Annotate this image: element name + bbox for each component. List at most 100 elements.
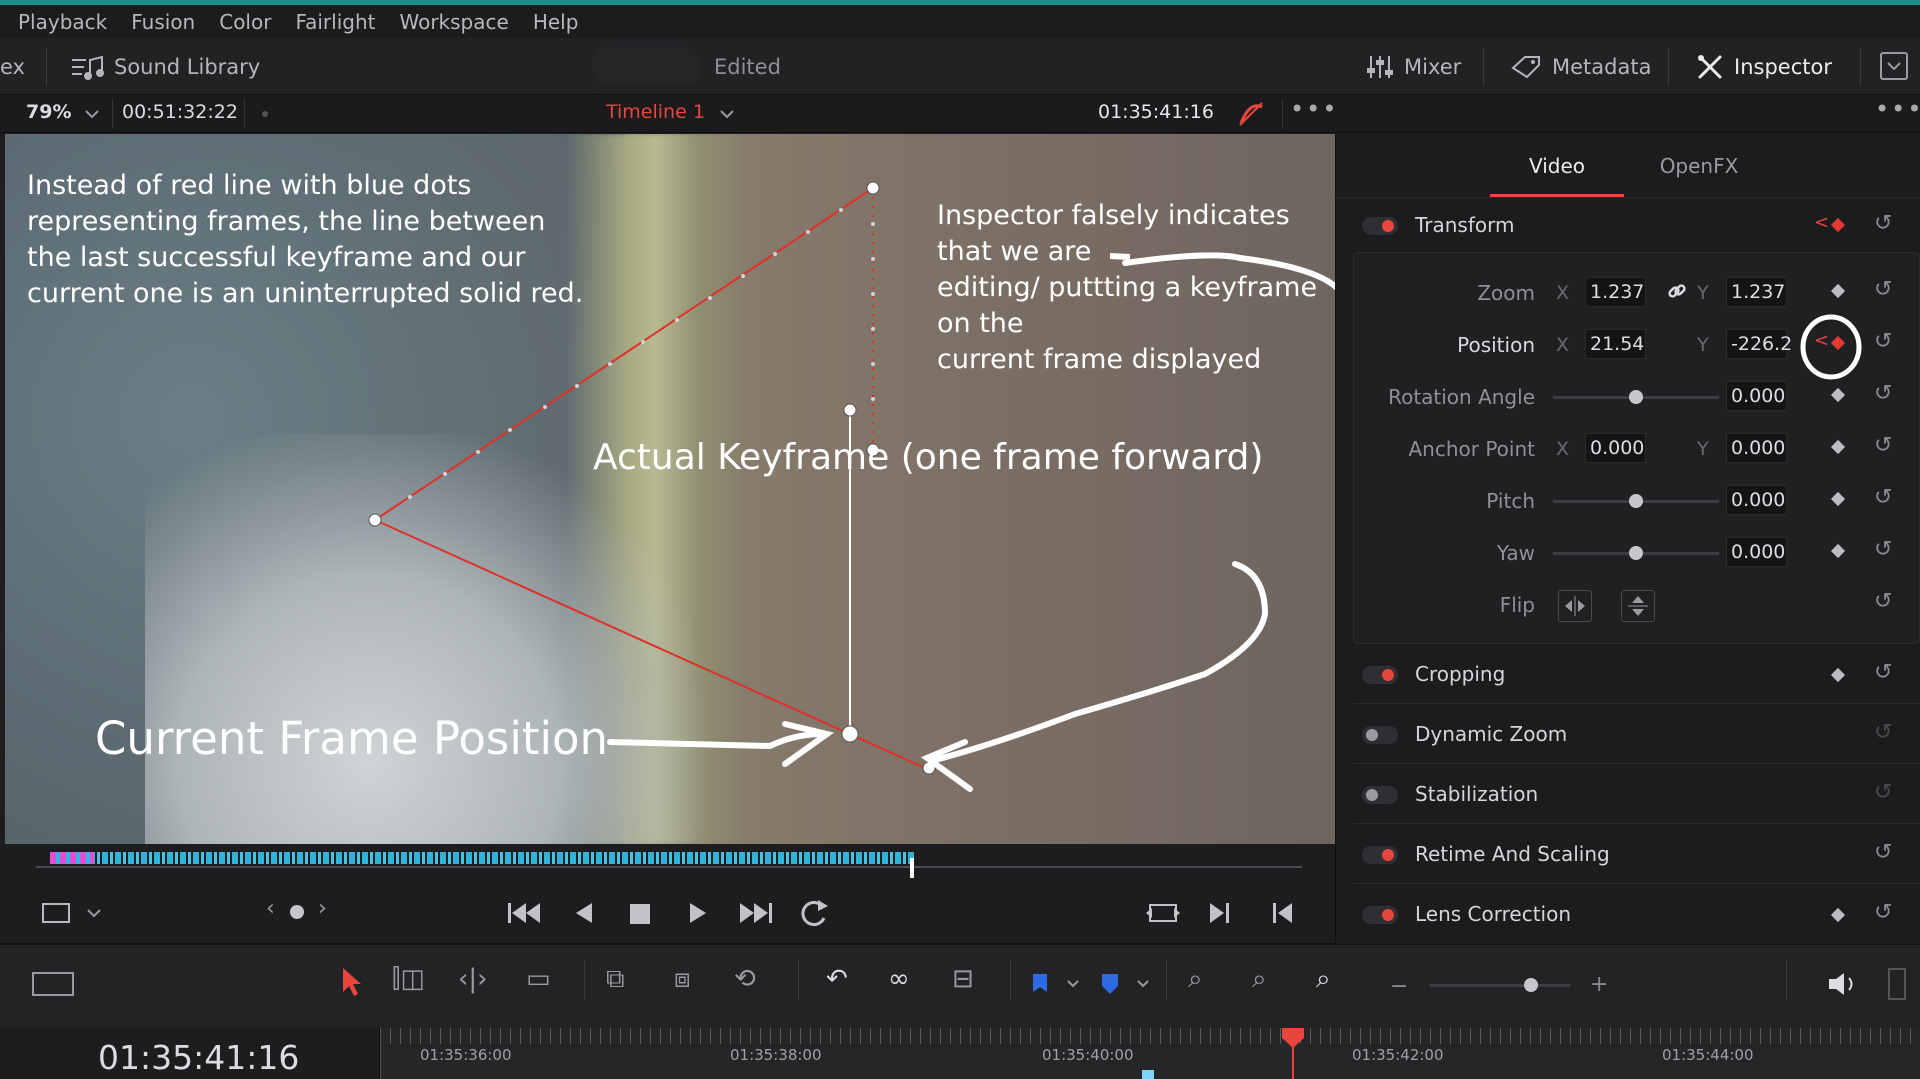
viewer-mode-icon[interactable] [42, 903, 70, 923]
next-edit-icon[interactable] [1208, 900, 1232, 926]
metadata-button[interactable]: Metadata [1510, 38, 1651, 95]
menu-playback[interactable]: Playback [18, 10, 107, 34]
timeline-view-options-icon[interactable] [32, 972, 74, 996]
reset-icon[interactable]: ↺ [1874, 900, 1892, 925]
video-viewer[interactable]: Instead of red line with blue dots repre… [5, 134, 1335, 844]
zoom-out-icon[interactable]: − [1390, 974, 1408, 999]
timeline-zoom-slider[interactable] [1430, 984, 1570, 987]
section-toggle[interactable] [1362, 726, 1398, 744]
zoom-level[interactable]: 79% [26, 101, 71, 123]
bypass-icon[interactable] [1236, 99, 1266, 129]
insert-clip-icon[interactable]: ⧉ [606, 964, 625, 995]
reset-icon[interactable]: ↺ [1874, 537, 1892, 562]
selection-tool-icon[interactable] [340, 966, 364, 998]
slider-knob[interactable] [1629, 494, 1643, 508]
keyframe-point[interactable] [866, 181, 880, 195]
menu-color[interactable]: Color [219, 10, 271, 34]
blade-tool-icon[interactable]: ▭ [526, 964, 551, 994]
match-frame-icon[interactable] [1146, 900, 1180, 926]
prev-edit-icon[interactable] [1270, 900, 1294, 926]
position-lock-icon[interactable]: ⊟ [952, 964, 974, 994]
linked-selection-icon[interactable]: ∞ [888, 964, 910, 994]
zoom-x-field[interactable]: 1.237 [1585, 277, 1646, 307]
next-clip-icon[interactable]: › [318, 896, 327, 921]
keyframe-diamond-icon[interactable] [1830, 667, 1846, 683]
viewer-scrubber[interactable] [0, 844, 1335, 882]
timeline-ruler[interactable]: 01:35:36:00 01:35:38:00 01:35:40:00 01:3… [380, 1028, 1920, 1079]
menu-fusion[interactable]: Fusion [131, 10, 195, 34]
section-lens-correction[interactable]: Lens Correction ↺ [1353, 886, 1920, 944]
menu-help[interactable]: Help [533, 10, 579, 34]
chevron-down-icon[interactable] [86, 906, 102, 920]
zoom-detail-icon[interactable]: ⌕ [1252, 964, 1267, 995]
reset-icon[interactable]: ↺ [1874, 211, 1892, 236]
reset-icon[interactable]: ↺ [1874, 485, 1892, 510]
more-options-icon[interactable]: ••• [1290, 95, 1338, 123]
section-dynamic-zoom[interactable]: Dynamic Zoom ↺ [1353, 706, 1920, 764]
toolbar-partial-button[interactable]: ex [0, 38, 25, 95]
reset-icon[interactable]: ↺ [1874, 780, 1892, 805]
keyframe-point[interactable] [368, 513, 382, 527]
tab-video[interactable]: Video [1490, 134, 1624, 198]
more-options-icon[interactable]: ••• [1875, 95, 1920, 123]
timeline-name[interactable]: Timeline 1 [606, 101, 705, 123]
play-reverse-icon[interactable] [574, 900, 594, 926]
expand-button[interactable] [1880, 52, 1908, 80]
flag-icon[interactable] [1030, 972, 1050, 996]
chevron-down-icon[interactable] [84, 107, 100, 121]
zoom-y-field[interactable]: 1.237 [1726, 277, 1787, 307]
section-toggle[interactable] [1362, 666, 1398, 684]
scrubber-playhead[interactable] [910, 858, 914, 878]
reset-icon[interactable]: ↺ [1874, 589, 1892, 614]
section-toggle[interactable] [1362, 846, 1398, 864]
snapping-icon[interactable]: ↶ [826, 964, 848, 994]
speaker-icon[interactable] [1826, 970, 1860, 998]
position-y-field[interactable]: -226.2 [1726, 329, 1792, 359]
menu-fairlight[interactable]: Fairlight [295, 10, 375, 34]
loop-icon[interactable] [796, 898, 830, 928]
zoom-custom-icon[interactable]: ⌕ [1316, 964, 1331, 995]
prev-keyframe-icon[interactable]: < [1814, 212, 1829, 233]
menu-workspace[interactable]: Workspace [399, 10, 508, 34]
chevron-down-icon[interactable] [719, 107, 735, 121]
section-retime-and-scaling[interactable]: Retime And Scaling ↺ [1353, 826, 1920, 884]
section-toggle[interactable] [1362, 906, 1398, 924]
go-to-end-icon[interactable] [738, 900, 774, 926]
marker-icon[interactable] [1100, 972, 1120, 996]
reset-icon[interactable]: ↺ [1874, 433, 1892, 458]
reset-icon[interactable]: ↺ [1874, 720, 1892, 745]
section-cropping[interactable]: Cropping ↺ [1353, 646, 1920, 704]
sound-library-button[interactable]: Sound Library [70, 38, 260, 95]
mixer-button[interactable]: Mixer [1366, 38, 1461, 95]
zoom-in-icon[interactable]: + [1590, 972, 1608, 997]
section-toggle[interactable] [1362, 786, 1398, 804]
position-x-field[interactable]: 21.54( [1585, 329, 1646, 359]
pitch-field[interactable]: 0.000 [1726, 485, 1787, 515]
link-icon[interactable] [1666, 280, 1688, 302]
rotation-field[interactable]: 0.000 [1726, 381, 1787, 411]
anchor-y-field[interactable]: 0.000 [1726, 433, 1787, 463]
play-icon[interactable] [688, 900, 708, 926]
slider-knob[interactable] [1629, 390, 1643, 404]
jog-dot-icon[interactable] [290, 905, 304, 919]
flip-horizontal-button[interactable] [1558, 590, 1592, 622]
reset-icon[interactable]: ↺ [1874, 660, 1892, 685]
bezier-handle-point[interactable] [843, 403, 857, 417]
current-position-point[interactable] [841, 725, 859, 743]
reset-icon[interactable]: ↺ [1874, 381, 1892, 406]
zoom-full-icon[interactable]: ⌕ [1188, 964, 1203, 995]
reset-icon[interactable]: ↺ [1874, 329, 1892, 354]
flip-vertical-button[interactable] [1621, 590, 1655, 622]
tab-openfx[interactable]: OpenFX [1632, 134, 1766, 198]
trim-tool-icon[interactable]: ⫿◫ [392, 964, 425, 995]
chevron-down-icon[interactable] [1066, 978, 1080, 990]
reset-icon[interactable]: ↺ [1874, 840, 1892, 865]
chevron-down-icon[interactable] [1136, 978, 1150, 990]
stop-icon[interactable] [630, 904, 650, 924]
keyframe-diamond-icon[interactable] [1830, 907, 1846, 923]
reset-icon[interactable]: ↺ [1874, 277, 1892, 302]
yaw-field[interactable]: 0.000 [1726, 537, 1787, 567]
go-to-start-icon[interactable] [506, 900, 542, 926]
prev-clip-icon[interactable]: ‹ [266, 896, 275, 921]
slider-knob[interactable] [1524, 978, 1538, 992]
